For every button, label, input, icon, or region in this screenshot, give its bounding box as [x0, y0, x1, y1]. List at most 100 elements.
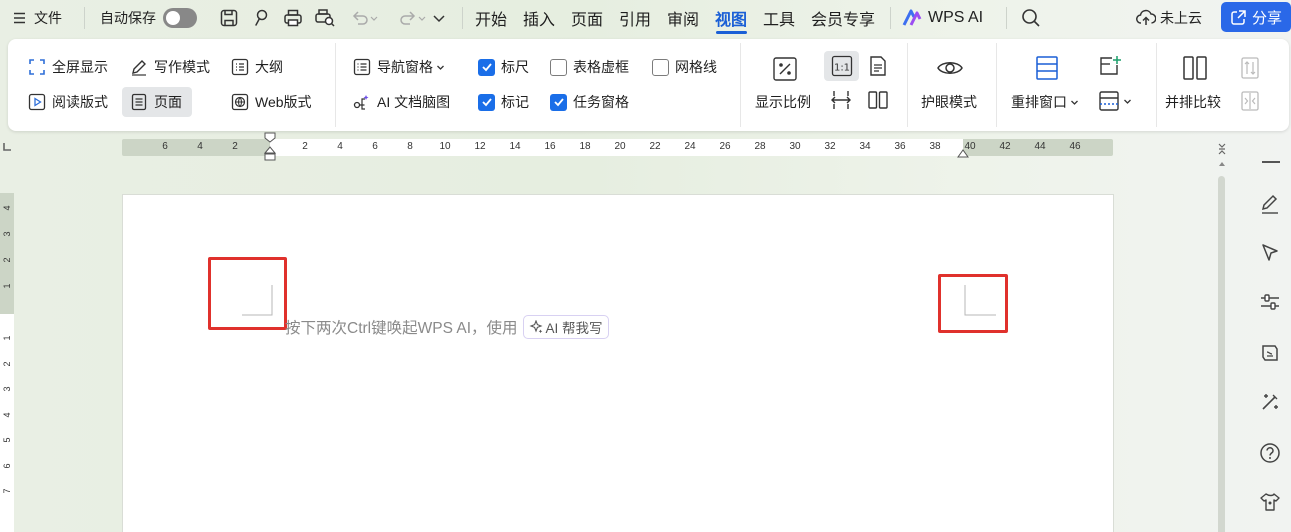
format-painter-icon[interactable]: [252, 0, 272, 36]
checkbox-unchecked-icon: [550, 58, 567, 76]
menu-references[interactable]: 引用: [619, 0, 651, 36]
collapse-bar-icon[interactable]: [1262, 161, 1280, 163]
table-gridlines-checkbox[interactable]: 表格虚框: [550, 53, 629, 81]
skin-shirt-icon[interactable]: [1256, 488, 1284, 516]
side-by-side-icon[interactable]: [1182, 55, 1208, 81]
checkbox-checked-icon: [550, 93, 567, 111]
ruler-tick: 7: [2, 488, 12, 494]
ruler-toggle-icon[interactable]: [1216, 142, 1228, 156]
ai-mindmap-label: AI 文档脑图: [377, 94, 451, 110]
rearrange-window-button[interactable]: 重排窗口: [1011, 88, 1079, 116]
ruler-tick: 46: [1069, 141, 1081, 152]
checkbox-checked-icon: [478, 58, 495, 76]
cloud-status[interactable]: 未上云: [1136, 0, 1202, 36]
share-icon: [1230, 9, 1247, 26]
divider: [907, 43, 908, 127]
autosave-toggle[interactable]: [163, 8, 197, 28]
adjust-sliders-icon[interactable]: [1256, 288, 1284, 316]
print-preview-icon[interactable]: [314, 0, 336, 36]
menu-label: 页面: [571, 12, 604, 29]
page-width-icon[interactable]: [830, 89, 852, 111]
horizontal-ruler[interactable]: 6 4 2 2 4 6 8 10 12 14 16 18 20 22 24 26 28 30 32 34 36 38 40 4…: [122, 132, 1113, 161]
ruler-tick: 34: [859, 141, 871, 152]
menu-label: 开始: [475, 12, 508, 29]
ruler-label: 标尺: [501, 59, 529, 75]
ai-mindmap-button[interactable]: AI 文档脑图: [352, 88, 450, 116]
fullscreen-icon: [27, 57, 47, 77]
gridlines-checkbox[interactable]: 网格线: [652, 53, 717, 81]
split-window-button[interactable]: [1098, 90, 1132, 112]
task-pane-checkbox[interactable]: 任务窗格: [550, 88, 629, 116]
scroll-up-icon[interactable]: [1218, 160, 1226, 168]
ruler-tick: 2: [232, 141, 238, 152]
reset-position-icon[interactable]: [1241, 91, 1259, 111]
ruler-corner-icon[interactable]: [2, 142, 12, 152]
outline-icon: [230, 57, 250, 77]
menu-home[interactable]: 开始: [475, 0, 507, 36]
actual-size-icon[interactable]: 1:1: [824, 51, 859, 81]
chevron-down-icon[interactable]: [431, 0, 447, 36]
select-cursor-icon[interactable]: [1256, 239, 1284, 267]
file-menu[interactable]: 文件: [13, 0, 62, 36]
active-tab-underline: [716, 31, 747, 34]
fullscreen-button[interactable]: 全屏显示: [27, 53, 108, 81]
marks-checkbox[interactable]: 标记: [478, 88, 529, 116]
vertical-ruler[interactable]: 4 3 2 1 1 2 3 4 5 6 7: [0, 193, 14, 532]
ai-write-button[interactable]: AI 帮我写: [522, 315, 609, 339]
menu-tools[interactable]: 工具: [763, 0, 795, 36]
two-pages-icon[interactable]: [867, 89, 889, 111]
eye-mode-label[interactable]: 护眼模式: [921, 88, 977, 116]
print-icon[interactable]: [283, 0, 303, 36]
read-mode-button[interactable]: 阅读版式: [27, 88, 108, 116]
menu-insert[interactable]: 插入: [523, 0, 555, 36]
ruler-tick: 1: [2, 335, 12, 341]
shape-style-icon[interactable]: [1256, 339, 1284, 367]
search-icon[interactable]: [1021, 0, 1041, 36]
ruler-tick: 24: [684, 141, 696, 152]
zoom-label[interactable]: 显示比例: [755, 88, 811, 116]
right-indent-marker-icon[interactable]: [957, 148, 969, 158]
scrollbar-thumb[interactable]: [1218, 176, 1225, 532]
nav-pane-label: 导航窗格: [377, 59, 433, 75]
nav-pane-button[interactable]: 导航窗格: [352, 53, 445, 81]
vertical-scrollbar[interactable]: [1218, 160, 1226, 532]
eye-icon[interactable]: [936, 57, 964, 79]
globe-icon: [230, 92, 250, 112]
one-page-icon[interactable]: [867, 55, 889, 77]
menu-member[interactable]: 会员专享: [811, 0, 875, 36]
ruler-tick: 2: [2, 361, 12, 367]
undo-button[interactable]: [349, 0, 379, 36]
writing-mode-label: 写作模式: [154, 59, 210, 75]
new-window-icon[interactable]: [1098, 55, 1122, 77]
magic-tools-icon[interactable]: [1256, 388, 1284, 416]
ruler-tick: 3: [2, 386, 12, 392]
highlight-box-right: [938, 274, 1008, 333]
sync-scroll-icon[interactable]: [1241, 57, 1259, 79]
save-icon[interactable]: [219, 0, 239, 36]
rearrange-window-icon[interactable]: [1035, 55, 1059, 81]
document-page[interactable]: 按下两次Ctrl键唤起WPS AI，使用 AI 帮我写: [122, 194, 1114, 532]
web-mode-button[interactable]: Web版式: [230, 88, 312, 116]
menu-review[interactable]: 审阅: [667, 0, 699, 36]
ruler-tick: 4: [2, 412, 12, 418]
ai-write-label: AI 帮我写: [545, 321, 603, 336]
zoom-percent-icon[interactable]: [772, 56, 798, 82]
help-icon[interactable]: [1256, 439, 1284, 467]
share-button[interactable]: 分享: [1221, 2, 1291, 32]
wps-ai-button[interactable]: WPS AI: [902, 0, 983, 36]
redo-button[interactable]: [397, 0, 427, 36]
ruler-text-area: [0, 314, 14, 532]
side-by-side-label[interactable]: 并排比较: [1165, 88, 1221, 116]
ruler-checkbox[interactable]: 标尺: [478, 53, 529, 81]
task-pane-label: 任务窗格: [573, 94, 629, 110]
chevron-down-icon: [1070, 98, 1079, 107]
edit-pen-icon[interactable]: [1256, 190, 1284, 218]
menu-page[interactable]: 页面: [571, 0, 603, 36]
indent-marker-icon[interactable]: [263, 132, 277, 162]
page-mode-button[interactable]: 页面: [122, 87, 192, 117]
ruler-tick: 14: [509, 141, 521, 152]
ruler-tick: 18: [579, 141, 591, 152]
outline-button[interactable]: 大纲: [230, 53, 283, 81]
writing-mode-button[interactable]: 写作模式: [129, 53, 210, 81]
divider: [84, 7, 85, 29]
